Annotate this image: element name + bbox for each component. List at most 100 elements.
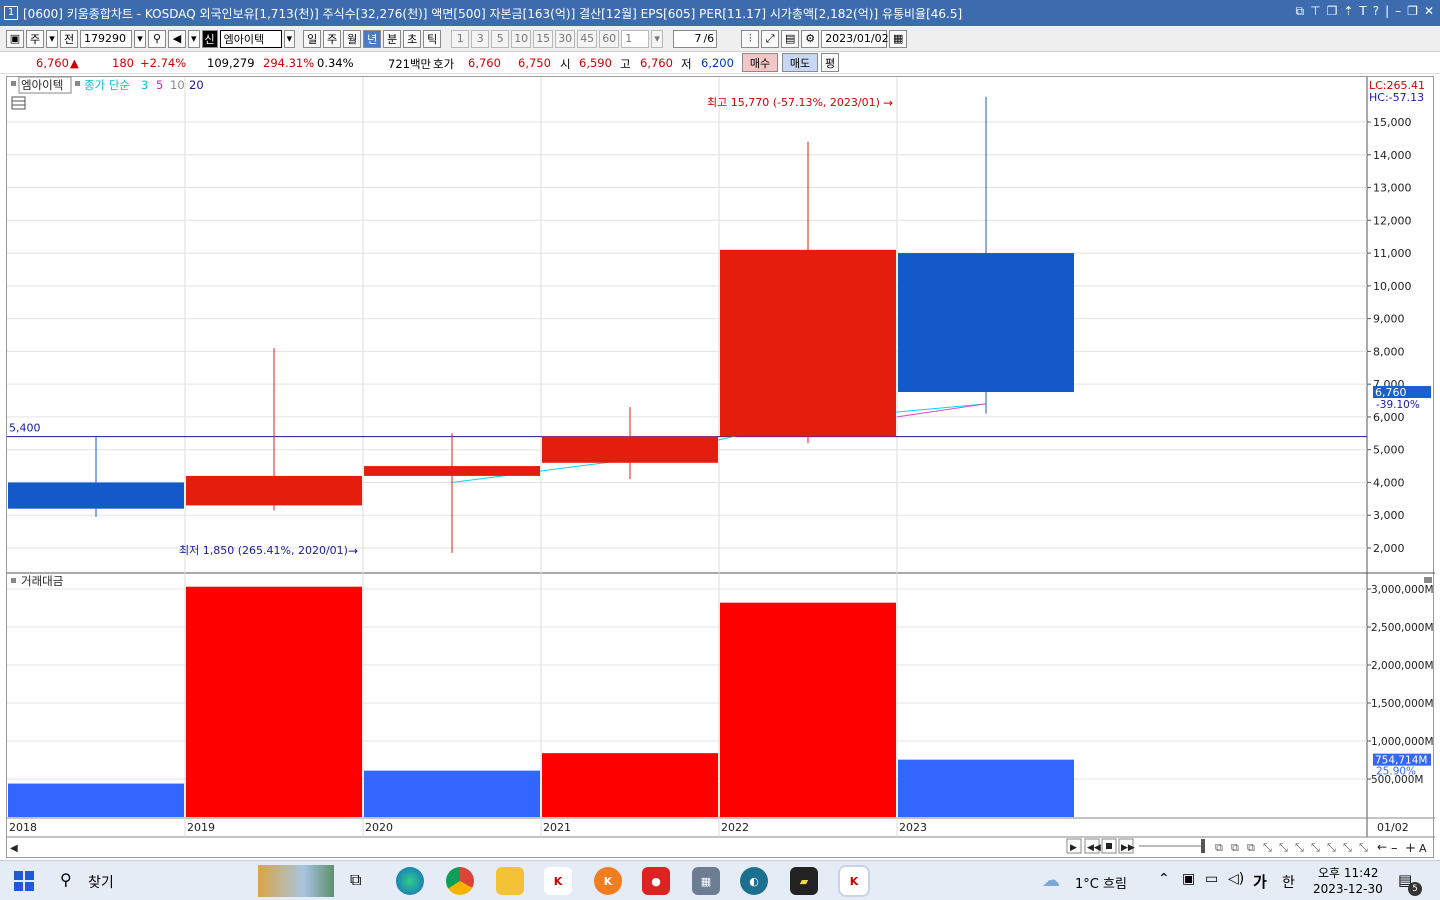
interval-1-button[interactable]: 1	[451, 29, 470, 48]
candle-body[interactable]	[8, 482, 184, 509]
search-icon[interactable]: ⚲	[148, 29, 166, 48]
candle-body[interactable]	[720, 249, 896, 437]
clock-time[interactable]: 오후 11:42	[1318, 864, 1378, 881]
interval-45-button[interactable]: 45	[577, 29, 598, 48]
volume-bar[interactable]	[8, 783, 184, 817]
period-tick-button[interactable]: 틱	[423, 29, 442, 48]
volume-bar[interactable]	[898, 759, 1074, 817]
camera-icon[interactable]: ▣	[1182, 871, 1195, 887]
volume-pane-icon[interactable]	[11, 578, 16, 583]
chevron-up-icon[interactable]: ⌃	[1158, 871, 1170, 887]
candle-body[interactable]	[898, 253, 1074, 393]
name-dropdown-icon[interactable]: ▾	[283, 29, 296, 48]
weather-text[interactable]: 1°C 흐림	[1075, 873, 1127, 892]
ime-lang[interactable]: 한	[1282, 872, 1295, 892]
interval-15-button[interactable]: 15	[533, 29, 554, 48]
chart-tool-icon[interactable]: ⤡	[1263, 841, 1272, 854]
volume-bar[interactable]	[542, 753, 718, 817]
ma-legend-icon[interactable]	[75, 81, 80, 86]
period-month-button[interactable]: 월	[343, 29, 362, 48]
interval-input[interactable]: 1	[621, 29, 650, 48]
pane-maximize-icon[interactable]	[1424, 577, 1432, 583]
link-icon[interactable]: ⧉	[1296, 4, 1305, 19]
interval-5-button[interactable]: 5	[491, 29, 510, 48]
save-icon[interactable]: ▤	[781, 29, 800, 48]
interval-dropdown-icon[interactable]: ▾	[651, 29, 664, 48]
app-red-icon[interactable]: ●	[642, 867, 670, 895]
ma-legend-period[interactable]: 20	[189, 78, 204, 92]
sell-button[interactable]: 매도	[782, 53, 818, 72]
zoom-out-icon[interactable]: ←	[1377, 840, 1387, 854]
minimize-icon[interactable]: –	[1395, 4, 1401, 19]
interval-10-button[interactable]: 10	[511, 29, 532, 48]
chrome-icon[interactable]	[446, 867, 474, 895]
text-icon[interactable]: T	[1359, 4, 1366, 19]
chart-tool-icon[interactable]: ⤡	[1327, 841, 1336, 854]
help-icon[interactable]: ?	[1373, 4, 1379, 19]
rewind-icon[interactable]: ◀◀	[1087, 843, 1101, 853]
file-explorer-icon[interactable]	[496, 867, 524, 895]
type-select[interactable]: 주	[26, 29, 44, 48]
crosshair-icon[interactable]: ⤢	[761, 29, 780, 48]
pin-icon[interactable]: ⊤	[1310, 4, 1320, 19]
candle-body[interactable]	[364, 466, 540, 476]
sticky-notes-icon[interactable]: ▰	[790, 867, 818, 895]
volume-bar[interactable]	[364, 770, 540, 817]
chart-tool-icon[interactable]: ⤡	[1311, 841, 1320, 854]
pane-menu-icon[interactable]	[11, 81, 16, 86]
scroll-right-icon[interactable]: ▶	[1070, 843, 1077, 853]
ma-legend-label[interactable]: 종가 단순	[84, 78, 130, 92]
count-input[interactable]: 7/6	[673, 29, 718, 48]
chart-area[interactable]: 2,000 3,000 4,000 5,000 6,000 7,000 8,000 9,000…	[6, 76, 1435, 859]
eval-button[interactable]: 평	[821, 53, 839, 72]
chart-tool-icon[interactable]: ⧉	[1247, 841, 1255, 854]
task-view-icon[interactable]: ⧉	[350, 870, 361, 890]
speaker-icon[interactable]: ◀	[168, 29, 186, 48]
clock-date[interactable]: 2023-12-30	[1313, 882, 1383, 896]
volume-bar[interactable]	[720, 602, 896, 817]
chart-tool-icon[interactable]: ⤡	[1343, 841, 1352, 854]
chevron-down-icon[interactable]: ▾	[46, 29, 58, 48]
period-week-button[interactable]: 주	[323, 29, 342, 48]
ma-legend-period[interactable]: 3	[141, 78, 148, 92]
interval-3-button[interactable]: 3	[471, 29, 490, 48]
copy-icon[interactable]: ❐	[1327, 4, 1338, 19]
all-button[interactable]: 전	[60, 29, 78, 48]
taskbar-search-label[interactable]: 찾기	[88, 872, 114, 892]
ime-mode[interactable]: 가	[1253, 871, 1267, 892]
calendar-icon[interactable]: ▦	[889, 29, 908, 48]
code-dropdown-icon[interactable]: ▾	[134, 29, 146, 48]
speaker-dropdown-icon[interactable]: ▾	[188, 29, 200, 48]
volume-icon[interactable]: ◁)	[1228, 871, 1244, 887]
stock-code-input[interactable]: 179290	[80, 29, 132, 48]
period-day-button[interactable]: 일	[303, 29, 322, 48]
chart-tool-icon[interactable]: ⧉	[1231, 841, 1239, 854]
plus-icon[interactable]: +	[1405, 841, 1416, 856]
volume-bar[interactable]	[186, 586, 362, 817]
table-view-icon[interactable]	[11, 96, 26, 110]
app-orange-icon[interactable]: K	[594, 867, 622, 895]
chart-tool-icon[interactable]: ⧉	[1215, 841, 1223, 854]
font-size-icon[interactable]: A	[1419, 842, 1427, 855]
fast-forward-icon[interactable]: ▶▶	[1121, 843, 1135, 853]
layout-icon[interactable]: ▣	[6, 29, 24, 48]
gear-icon[interactable]: ⚙	[801, 29, 820, 48]
candle-body[interactable]	[186, 475, 362, 506]
date-input[interactable]: 2023/01/02	[821, 29, 889, 48]
kiwoom-active-icon[interactable]: K	[838, 865, 870, 897]
ma-legend-period[interactable]: 10	[170, 78, 185, 92]
zoom-slider-thumb[interactable]	[1201, 839, 1205, 853]
period-second-button[interactable]: 초	[403, 29, 422, 48]
chart-tool-icon[interactable]: ⤡	[1279, 841, 1288, 854]
network-icon[interactable]: ▭	[1205, 871, 1218, 887]
period-minute-button[interactable]: 분	[383, 29, 402, 48]
chart-svg[interactable]: 2,0003,0004,0005,0006,0007,0008,0009,000…	[7, 76, 1435, 859]
interval-60-button[interactable]: 60	[599, 29, 620, 48]
search-icon[interactable]: ⚲	[60, 870, 72, 889]
interval-30-button[interactable]: 30	[555, 29, 576, 48]
windows-start-icon[interactable]	[14, 871, 34, 891]
chart-tool-icon[interactable]: ⤡	[1295, 841, 1304, 854]
calculator-icon[interactable]: ▦	[692, 867, 720, 895]
close-icon[interactable]: ✕	[1424, 4, 1434, 19]
arrow-up-icon[interactable]: ⇡	[1343, 4, 1353, 19]
